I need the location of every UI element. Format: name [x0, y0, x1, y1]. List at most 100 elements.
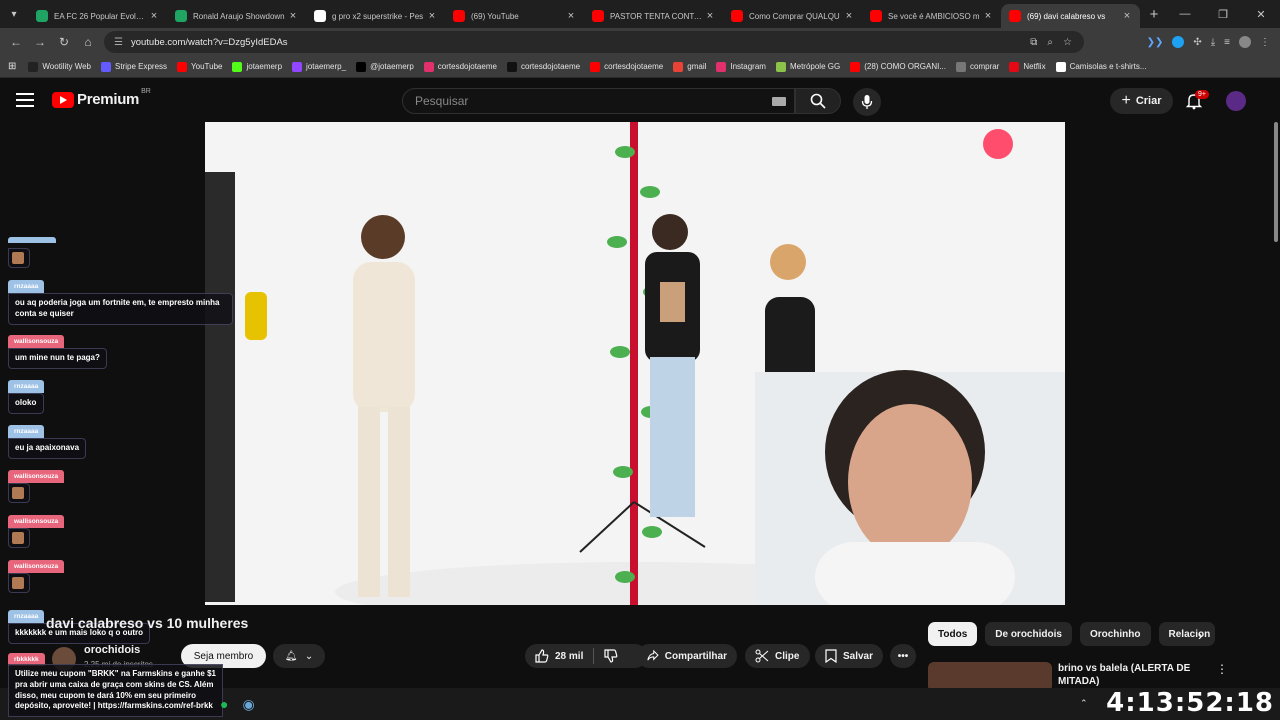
more-vertical-icon[interactable]: ⋮ [1216, 662, 1228, 676]
close-tab-icon[interactable]: × [703, 10, 717, 22]
bookmark-item[interactable]: jotaemerp [232, 61, 282, 72]
notification-badge: 9+ [1195, 90, 1209, 99]
menu-kebab-icon[interactable]: ⋮ [1260, 37, 1270, 48]
browser-tab[interactable]: Ronald Araujo Showdown × [167, 4, 306, 28]
extensions-puzzle-icon[interactable]: ✣ [1193, 37, 1201, 48]
profile-avatar-icon[interactable] [1239, 36, 1251, 48]
browser-tab[interactable]: PASTOR TENTA CONTAR × [584, 4, 723, 28]
close-tab-icon[interactable]: × [425, 10, 439, 22]
share-button[interactable]: Compartilhar [637, 644, 737, 668]
filter-chip[interactable]: Todos [928, 622, 978, 646]
bookmark-item[interactable]: Stripe Express [101, 61, 168, 72]
dislike-icon[interactable] [604, 649, 618, 663]
recommendation-title[interactable]: brino vs balela (ALERTA DE MITADA) [1058, 662, 1208, 688]
bookmark-item[interactable]: cortesdojotaeme [506, 61, 580, 72]
like-icon[interactable] [535, 649, 549, 663]
bookmark-favicon-icon [590, 61, 601, 72]
reload-icon[interactable]: ↻ [52, 35, 76, 49]
video-player[interactable] [205, 122, 1065, 605]
apps-grid-icon[interactable]: ⊞ [8, 61, 16, 72]
forward-icon[interactable]: → [28, 35, 52, 49]
new-tab-button[interactable]: + [1140, 6, 1168, 23]
clip-button[interactable]: Clipe [745, 644, 810, 668]
close-tab-icon[interactable]: × [286, 10, 300, 22]
bookmark-label: gmail [687, 62, 707, 71]
filter-chip[interactable]: Relacion [1158, 622, 1215, 646]
bookmark-item[interactable]: Instagram [716, 61, 766, 72]
bookmark-item[interactable]: YouTube [177, 61, 222, 72]
bookmark-item[interactable]: Camisolas e t-shirts... [1055, 61, 1146, 72]
search-button[interactable] [795, 88, 841, 114]
bookmark-item[interactable]: jotaemerp_ [292, 61, 346, 72]
sheets-icon [175, 10, 187, 22]
install-app-icon[interactable]: ⧉ [1030, 37, 1037, 48]
close-tab-icon[interactable]: × [564, 10, 578, 22]
browser-tab[interactable]: EA FC 26 Popular Evolutio × [28, 4, 167, 28]
bookmark-star-icon[interactable]: ☆ [1063, 37, 1072, 48]
bookmark-item[interactable]: Wootility Web [28, 61, 91, 72]
search-input[interactable] [415, 94, 755, 108]
youtube-play-icon [52, 91, 74, 108]
bookmark-favicon-icon [101, 61, 111, 72]
chevron-right-icon[interactable]: › [1198, 627, 1203, 643]
bookmark-item[interactable]: cortesdojotaeme [423, 61, 497, 72]
bookmark-label: Metrópole GG [789, 62, 841, 71]
youtube-icon [870, 10, 882, 22]
browser-tab[interactable]: g pro x2 superstrike - Pes × [306, 4, 445, 28]
bookmark-item[interactable]: Netflix [1009, 61, 1046, 72]
tab-title: Como Comprar QUALQU [749, 11, 840, 21]
system-tray-chevron-icon[interactable]: ⌃ [1080, 698, 1088, 709]
voice-search-button[interactable] [853, 88, 881, 116]
filter-chip[interactable]: Orochinho [1079, 622, 1151, 646]
channel-watermark [983, 129, 1013, 159]
bookmark-item[interactable]: (28) COMO ORGANI... [850, 61, 946, 72]
close-tab-icon[interactable]: × [1120, 10, 1134, 22]
filter-chip[interactable]: De orochidois [985, 622, 1072, 646]
close-tab-icon[interactable]: × [842, 10, 856, 22]
address-url: youtube.com/watch?v=Dzg5yIdEDAs [130, 36, 288, 48]
bookmark-item[interactable]: cortesdojotaeme [590, 61, 663, 72]
tab-search-icon[interactable]: ▾ [0, 0, 28, 28]
tab-list: EA FC 26 Popular Evolutio × Ronald Araujo … [28, 0, 1140, 28]
close-tab-icon[interactable]: × [981, 10, 995, 22]
like-count[interactable]: 28 mil [555, 651, 583, 662]
close-window-icon[interactable]: ✕ [1242, 8, 1280, 21]
extension-icon[interactable] [1172, 36, 1185, 48]
chat-message: wallisonsouza [8, 555, 65, 593]
page-scrollbar[interactable] [1272, 122, 1280, 720]
youtube-logo[interactable]: Premium BR [52, 88, 151, 108]
video-frame [205, 122, 1065, 605]
channel-name[interactable]: orochidois [84, 644, 140, 656]
close-tab-icon[interactable]: × [147, 10, 161, 22]
site-info-icon[interactable]: ☰ [114, 37, 123, 48]
minimize-icon[interactable]: — [1166, 8, 1204, 20]
browser-tab[interactable]: (69) davi calabreso vs × [1001, 4, 1140, 28]
more-actions-button[interactable]: ••• [890, 644, 916, 668]
bookmark-item[interactable]: Metrópole GG [775, 61, 841, 72]
browser-tab[interactable]: Se você é AMBICIOSO m × [862, 4, 1001, 28]
home-icon[interactable]: ⌂ [76, 35, 100, 49]
maximize-icon[interactable]: ❐ [1204, 8, 1242, 21]
bookmark-label: Stripe Express [115, 62, 168, 71]
search-box [402, 88, 795, 114]
browser-tab[interactable]: Como Comprar QUALQU × [723, 4, 862, 28]
create-button[interactable]: + Criar [1110, 88, 1173, 114]
tab-groups-icon[interactable]: ≡ [1224, 37, 1230, 48]
bookmark-item[interactable]: @jotaemerp [356, 61, 414, 72]
keyboard-icon[interactable] [772, 97, 786, 106]
bookmark-item[interactable]: gmail [673, 61, 707, 72]
downloads-icon[interactable]: ⤓ [1211, 37, 1215, 48]
guide-menu-icon[interactable] [16, 93, 34, 107]
extension-icon[interactable]: ❯❯ [1147, 37, 1164, 48]
spotify-icon[interactable]: ● [220, 696, 228, 713]
browser-tab[interactable]: (69) YouTube × [445, 4, 584, 28]
subscription-bell-button[interactable]: 🔔︎ ⌄ [273, 644, 325, 668]
save-button[interactable]: Salvar [815, 644, 883, 668]
steam-icon[interactable]: ◉ [242, 696, 254, 713]
scrollbar-thumb[interactable] [1274, 122, 1278, 242]
bookmark-item[interactable]: comprar [956, 61, 999, 72]
account-avatar[interactable] [1226, 91, 1246, 111]
back-icon[interactable]: ← [4, 35, 28, 49]
zoom-icon[interactable]: ⌕ [1047, 37, 1053, 48]
address-bar[interactable]: ☰ youtube.com/watch?v=Dzg5yIdEDAs ⧉ ⌕ ☆ [104, 31, 1084, 53]
